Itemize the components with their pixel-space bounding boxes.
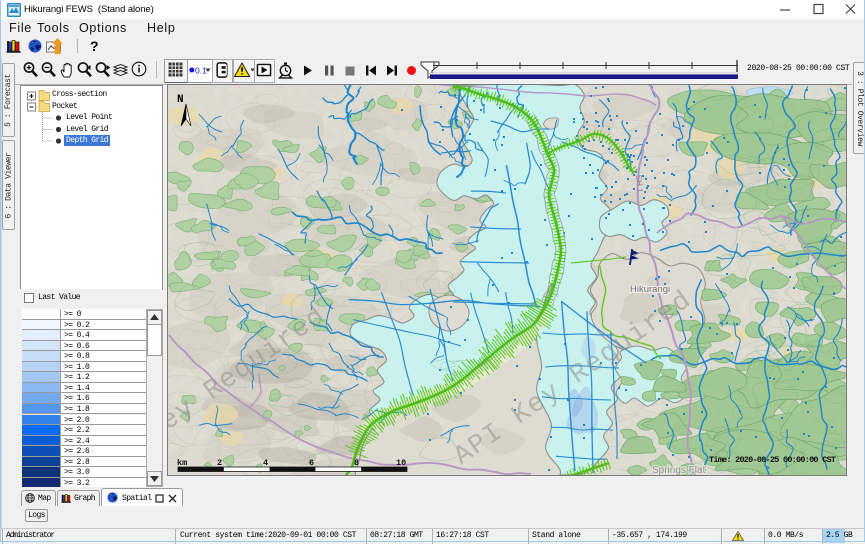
svg-text:2: 2 [217,458,222,468]
svg-text:Time: 2020-08-25 00:00:00 CST: Time: 2020-08-25 00:00:00 CST [709,455,836,465]
svg-text:8: 8 [354,458,359,468]
svg-text:Hikurangi: Hikurangi [630,284,670,295]
svg-text:4: 4 [263,458,268,468]
svg-text:0.1: 0.1 [195,66,207,76]
svg-text:6: 6 [309,458,314,468]
svg-text:SH 1: SH 1 [634,174,645,193]
svg-text:10: 10 [396,458,406,468]
svg-text:N: N [177,94,184,106]
svg-text:km: km [177,458,187,468]
svg-text:Springs Flat: Springs Flat [652,465,706,475]
